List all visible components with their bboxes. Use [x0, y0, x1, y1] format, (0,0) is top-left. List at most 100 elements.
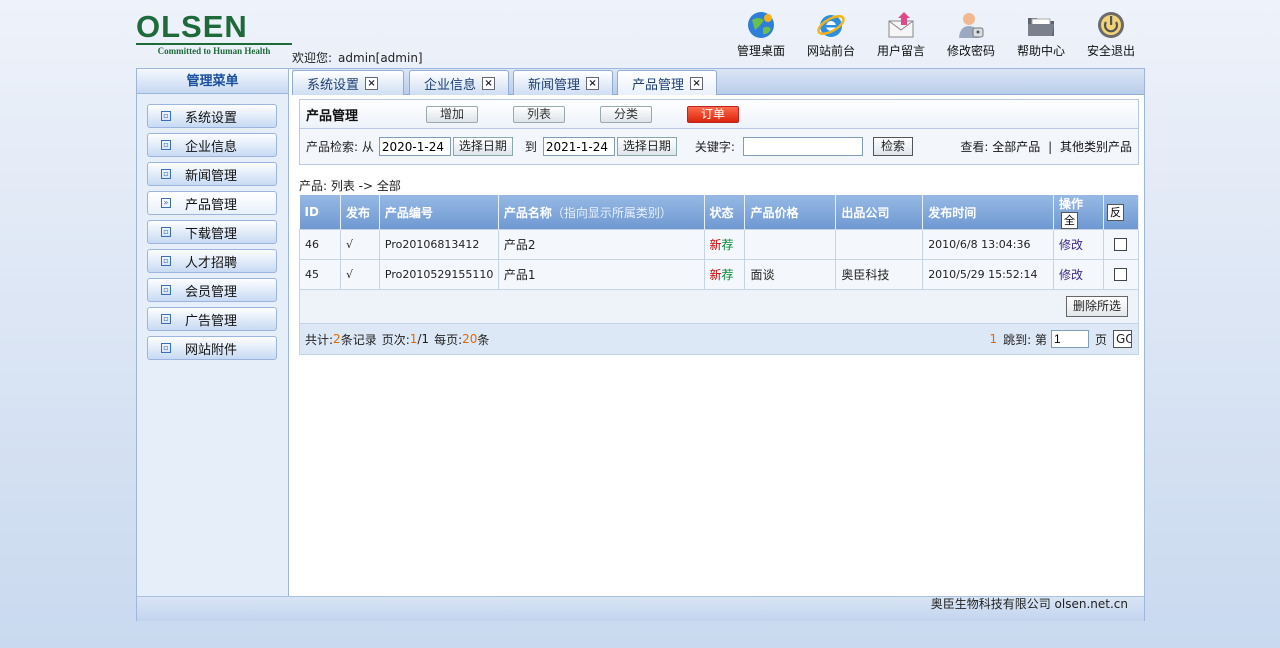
topnav-frontend[interactable]: 网站前台 [796, 10, 866, 59]
topnav-label: 安全退出 [1086, 44, 1135, 58]
per-page-label: 每页: [434, 332, 463, 347]
tab-system-settings[interactable]: 系统设置 × [292, 70, 404, 95]
topnav-change-password[interactable]: 修改密码 [936, 10, 1006, 59]
tab-products[interactable]: 产品管理 × [617, 70, 717, 95]
close-icon[interactable]: × [690, 76, 704, 90]
total-count: 2 [333, 332, 341, 346]
window-icon: ▫ [161, 111, 171, 121]
cell-code: Pro2010529155110 [378, 259, 499, 290]
col-code: 产品编号 [379, 195, 499, 230]
sidebar-item-system[interactable]: ▫ 系统设置 [147, 104, 277, 128]
row-checkbox[interactable] [1113, 268, 1127, 282]
page-link[interactable]: 1 [989, 332, 997, 346]
sidebar-item-label: 下载管理 [185, 226, 238, 242]
row-checkbox[interactable] [1113, 238, 1127, 252]
status-recommended-badge: 荐 [721, 268, 734, 282]
search-label: 产品检索: 从 [306, 140, 374, 154]
breadcrumb: 产品: 列表 -> 全部 [299, 179, 401, 193]
cell-time: 2010/5/29 15:52:14 [922, 259, 1055, 290]
welcome-text: 欢迎您: admin[admin] [292, 49, 423, 66]
page-label: 页次: [381, 332, 410, 347]
topnav-label: 管理桌面 [736, 44, 785, 58]
date-to-label: 到 [524, 140, 537, 154]
cell-id: 45 [299, 259, 341, 290]
add-button[interactable]: 增加 [426, 106, 478, 123]
close-icon[interactable]: × [365, 76, 379, 90]
sidebar-item-news[interactable]: ▫ 新闻管理 [147, 162, 277, 186]
tab-news[interactable]: 新闻管理 × [513, 70, 613, 95]
product-table: ID 发布 产品编号 产品名称（指向显示所属类别） 状态 产品价格 出品公司 发… [299, 195, 1140, 290]
sidebar-item-company[interactable]: ▫ 企业信息 [147, 133, 277, 157]
topnav-messages[interactable]: 用户留言 [866, 10, 936, 59]
copyright: 奥臣生物科技有限公司 olsen.net.cn [930, 597, 1128, 611]
view-label: 查看: [960, 140, 989, 154]
sidebar-item-ads[interactable]: ▫ 广告管理 [147, 307, 277, 331]
topnav-help[interactable]: 帮助中心 [1006, 10, 1076, 59]
close-icon[interactable]: × [482, 76, 496, 90]
go-button[interactable]: GO [1113, 330, 1132, 348]
view-separator: | [1048, 140, 1053, 154]
sidebar-item-attachments[interactable]: ▫ 网站附件 [147, 336, 277, 360]
jump-label: 跳到: 第 [1003, 332, 1047, 347]
view-filter: 查看: 全部产品 | 其他类别产品 [960, 138, 1132, 155]
table-actions: 删除所选 [299, 290, 1139, 324]
order-button[interactable]: 订单 [687, 106, 739, 123]
cell-company: 奥臣科技 [835, 259, 924, 290]
keyword-input[interactable] [742, 137, 863, 156]
cell-price: 面谈 [744, 259, 837, 290]
cell-name: 产品1 [497, 259, 705, 290]
invert-selection-button[interactable]: 反 [1106, 203, 1124, 221]
window-icon: ▫ [161, 256, 171, 266]
view-all-link[interactable]: 全部产品 [992, 140, 1040, 154]
search-button[interactable]: 检索 [872, 137, 913, 156]
tab-label: 产品管理 [632, 77, 685, 93]
sidebar-item-recruitment[interactable]: ▫ 人才招聘 [147, 249, 277, 273]
col-name-note: （指向显示所属类别） [551, 205, 672, 220]
page-unit: 页 [1094, 332, 1107, 347]
window-icon: ▫ [161, 285, 171, 295]
list-button[interactable]: 列表 [513, 106, 565, 123]
sidebar-item-label: 广告管理 [185, 313, 238, 329]
welcome-label: 欢迎您: [292, 51, 333, 65]
date-to-input[interactable] [542, 137, 615, 156]
admin-frame: 管理菜单 ▫ 系统设置 ▫ 企业信息 ▫ 新闻管理 » 产品管理 ▫ 下载管理 ▫ 人才招聘… [136, 68, 1145, 621]
tab-company-info[interactable]: 企业信息 × [409, 70, 509, 95]
folder-icon [1028, 18, 1054, 36]
edit-link[interactable]: 修改 [1059, 238, 1083, 252]
pick-date-from-button[interactable]: 选择日期 [452, 137, 513, 156]
col-publish: 发布 [340, 195, 380, 230]
select-all-button[interactable]: 全 [1061, 212, 1079, 229]
sidebar-item-label: 企业信息 [185, 139, 238, 155]
user-key-icon [959, 13, 984, 38]
main-content: 产品管理 增加 列表 分类 订单 产品检索: 从 选择日期 到 选择日期 关键字… [299, 99, 1140, 355]
keyword-label: 关键字: [694, 140, 735, 154]
cell-status: 新荐 [703, 229, 746, 260]
cell-status: 新荐 [703, 259, 746, 290]
col-company: 出品公司 [835, 195, 924, 230]
status-recommended-badge: 荐 [721, 238, 734, 252]
mail-icon [888, 12, 914, 38]
table-row: 45 √ Pro2010529155110 产品1 新荐 面谈 奥臣科技 201… [299, 259, 1140, 290]
sidebar-item-products[interactable]: » 产品管理 [147, 191, 277, 215]
topnav-label: 帮助中心 [1016, 44, 1065, 58]
close-icon[interactable]: × [586, 76, 600, 90]
pick-date-to-button[interactable]: 选择日期 [616, 137, 677, 156]
globe-icon [748, 12, 774, 38]
sidebar-item-downloads[interactable]: ▫ 下载管理 [147, 220, 277, 244]
jump-page-input[interactable] [1050, 330, 1089, 348]
topnav-desktop[interactable]: 管理桌面 [726, 10, 796, 59]
ie-icon [817, 15, 845, 37]
sidebar: 管理菜单 ▫ 系统设置 ▫ 企业信息 ▫ 新闻管理 » 产品管理 ▫ 下载管理 ▫ 人才招聘… [137, 69, 289, 596]
topnav-logout[interactable]: 安全退出 [1076, 10, 1146, 59]
edit-link[interactable]: 修改 [1059, 268, 1083, 282]
topnav-label: 用户留言 [876, 44, 925, 58]
category-button[interactable]: 分类 [600, 106, 652, 123]
view-other-link[interactable]: 其他类别产品 [1060, 140, 1132, 154]
sidebar-item-label: 新闻管理 [185, 168, 238, 184]
date-from-input[interactable] [378, 137, 451, 156]
cell-edit: 修改 [1053, 259, 1104, 290]
delete-selected-button[interactable]: 删除所选 [1065, 296, 1128, 317]
sidebar-item-members[interactable]: ▫ 会员管理 [147, 278, 277, 302]
window-icon: ▫ [161, 343, 171, 353]
topnav-label: 修改密码 [946, 44, 995, 58]
